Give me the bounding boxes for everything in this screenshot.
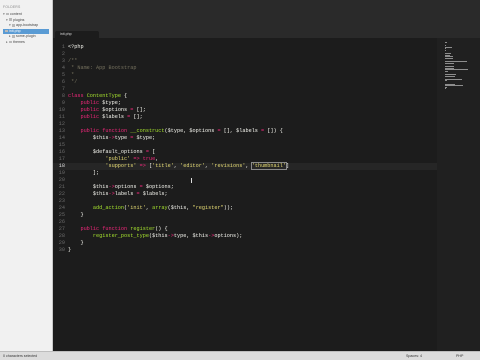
line-number: 27	[58, 226, 65, 232]
line-number: 17	[58, 156, 65, 162]
code-line: register_post_type($this->type, $this->o…	[92, 233, 243, 239]
code-line: 'supports' => ['title', 'editor', 'revis…	[105, 162, 290, 170]
line-number: 21	[58, 184, 65, 190]
code-line: public function __construct($type, $opti…	[80, 128, 283, 134]
syntax-selector[interactable]: PHP	[456, 354, 463, 358]
line-number: 6	[61, 79, 65, 85]
code-editor[interactable]: 1 2 3 4 5 6 7 8 9 10 11 12 13 14 15 16 17 18 19 20 21 22 23 24 2…	[53, 38, 437, 351]
line-number: 24	[58, 205, 65, 211]
minimap-line	[445, 62, 454, 64]
folder-icon	[12, 23, 15, 27]
line-number: 26	[58, 219, 65, 225]
minimap-line	[445, 46, 453, 48]
code-line: public $options = [];	[80, 107, 146, 113]
sidebar-item-label: some-plugin	[16, 34, 36, 39]
line-number: 18	[58, 163, 65, 169]
text-cursor-icon	[191, 178, 192, 183]
line-number: 1	[61, 44, 65, 50]
code-line: $this->options = $options;	[68, 184, 174, 190]
sidebar-item-label: plugins	[13, 17, 25, 22]
line-number: 22	[58, 191, 65, 197]
folder-icon	[12, 35, 15, 38]
minimap-line	[445, 80, 447, 82]
line-number: 23	[58, 198, 65, 204]
line-number: 4	[61, 65, 65, 71]
sidebar: FOLDERS ▾ content ▾ plugins ▾ app-bootstrap in…	[0, 0, 53, 351]
minimap-line	[445, 70, 449, 72]
code-line: }	[68, 240, 84, 246]
sidebar-item-label: app-bootstrap	[16, 23, 39, 28]
status-bar: 0 characters selected Spaces: 4 PHP	[0, 351, 480, 360]
minimap-line	[445, 69, 468, 71]
line-number: 7	[61, 86, 65, 92]
sidebar-item-themes[interactable]: ▸ themes	[6, 40, 25, 46]
minimap-line	[445, 78, 462, 80]
folder-icon	[6, 12, 9, 16]
code-line: }	[68, 212, 84, 218]
code-line: public function register() {	[80, 226, 168, 232]
line-number: 28	[58, 233, 65, 239]
code-line: /**	[68, 58, 78, 64]
line-number: 20	[58, 177, 65, 183]
minimap[interactable]	[437, 38, 480, 351]
code-line: $this->type = $type;	[68, 135, 156, 141]
line-number: 25	[58, 212, 65, 218]
line-number: 9	[61, 100, 65, 106]
line-number: 15	[58, 142, 65, 148]
sidebar-header: FOLDERS	[3, 5, 21, 9]
folder-icon	[9, 40, 12, 44]
line-number: 16	[58, 149, 65, 155]
file-icon	[5, 29, 8, 33]
code-line: }	[68, 247, 72, 253]
line-number: 29	[58, 240, 65, 246]
minimap-line	[445, 42, 447, 43]
minimap-line	[445, 75, 456, 77]
indentation-setting[interactable]: Spaces: 4	[406, 354, 422, 358]
line-number: 19	[58, 170, 65, 176]
line-number: 14	[58, 135, 65, 141]
line-number: 3	[61, 58, 65, 64]
code-line: $default_options = [	[68, 149, 156, 155]
minimap-line	[445, 58, 453, 59]
line-number: 11	[58, 114, 65, 120]
line-number: 2	[61, 51, 65, 57]
line-number: 8	[61, 93, 65, 99]
editor-window: FOLDERS ▾ content ▾ plugins ▾ app-bootstrap in…	[0, 0, 480, 360]
line-number: 30	[58, 247, 65, 253]
line-number: 5	[61, 72, 65, 78]
code-line: *	[68, 72, 75, 78]
tab-bar: init.php	[53, 0, 480, 38]
selection-status: 0 characters selected	[3, 354, 38, 358]
tab-init-php[interactable]: init.php	[55, 31, 99, 38]
line-number: 12	[58, 121, 65, 127]
code-line: public $labels = [];	[80, 114, 143, 120]
code-line: public $type;	[80, 100, 121, 106]
line-number: 10	[58, 107, 65, 113]
minimap-line	[445, 85, 463, 87]
sidebar-item-label: init.php	[9, 28, 21, 33]
line-number: 13	[58, 128, 65, 134]
tab-label: init.php	[60, 32, 72, 36]
code-line: 'public' => true,	[105, 156, 159, 162]
code-line: class ContentType {	[68, 93, 128, 99]
sidebar-item-label: themes	[13, 40, 25, 44]
minimap-line	[445, 50, 446, 51]
code-line: add_action('init', array($this, "registe…	[92, 205, 234, 211]
line-number-gutter: 1 2 3 4 5 6 7 8 9 10 11 12 13 14 15 16 17 18 19 20 21 22 23 24 2…	[53, 38, 65, 351]
code-line: ];	[68, 170, 100, 176]
code-line: <?php	[68, 44, 84, 50]
folder-icon	[9, 18, 12, 21]
code-line: */	[68, 79, 78, 85]
code-line: * Name: App Bootstrap	[68, 65, 137, 71]
code-line: $this->labels = $labels;	[68, 191, 168, 197]
sidebar-item-label: content	[10, 12, 22, 16]
